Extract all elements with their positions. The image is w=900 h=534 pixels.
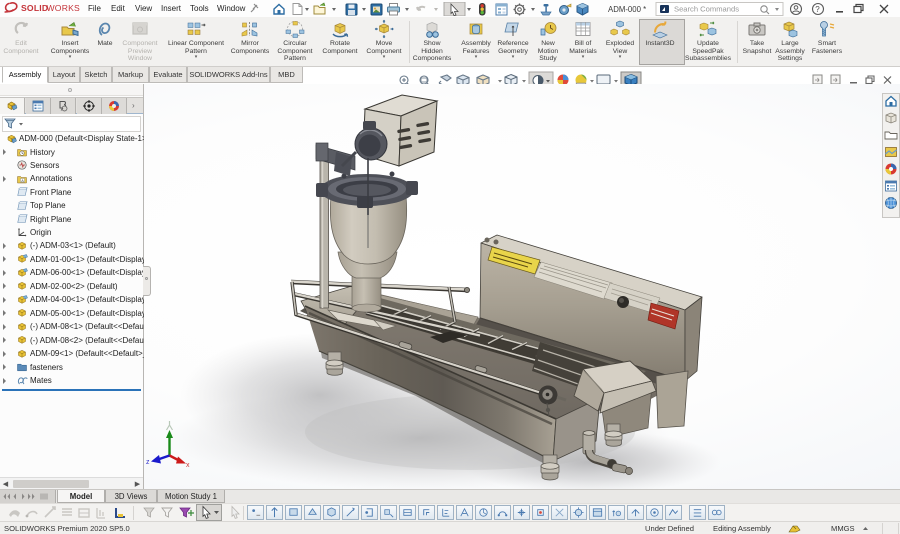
svg-text:x: x: [186, 462, 190, 469]
svg-text:z: z: [146, 459, 150, 466]
svg-text:Search Commands: Search Commands: [674, 5, 739, 14]
svg-text:?: ?: [815, 5, 820, 14]
svg-text:SOLID: SOLID: [21, 3, 48, 13]
svg-text:ADM-000 *: ADM-000 *: [608, 5, 646, 14]
svg-text:WORKS: WORKS: [47, 3, 81, 13]
